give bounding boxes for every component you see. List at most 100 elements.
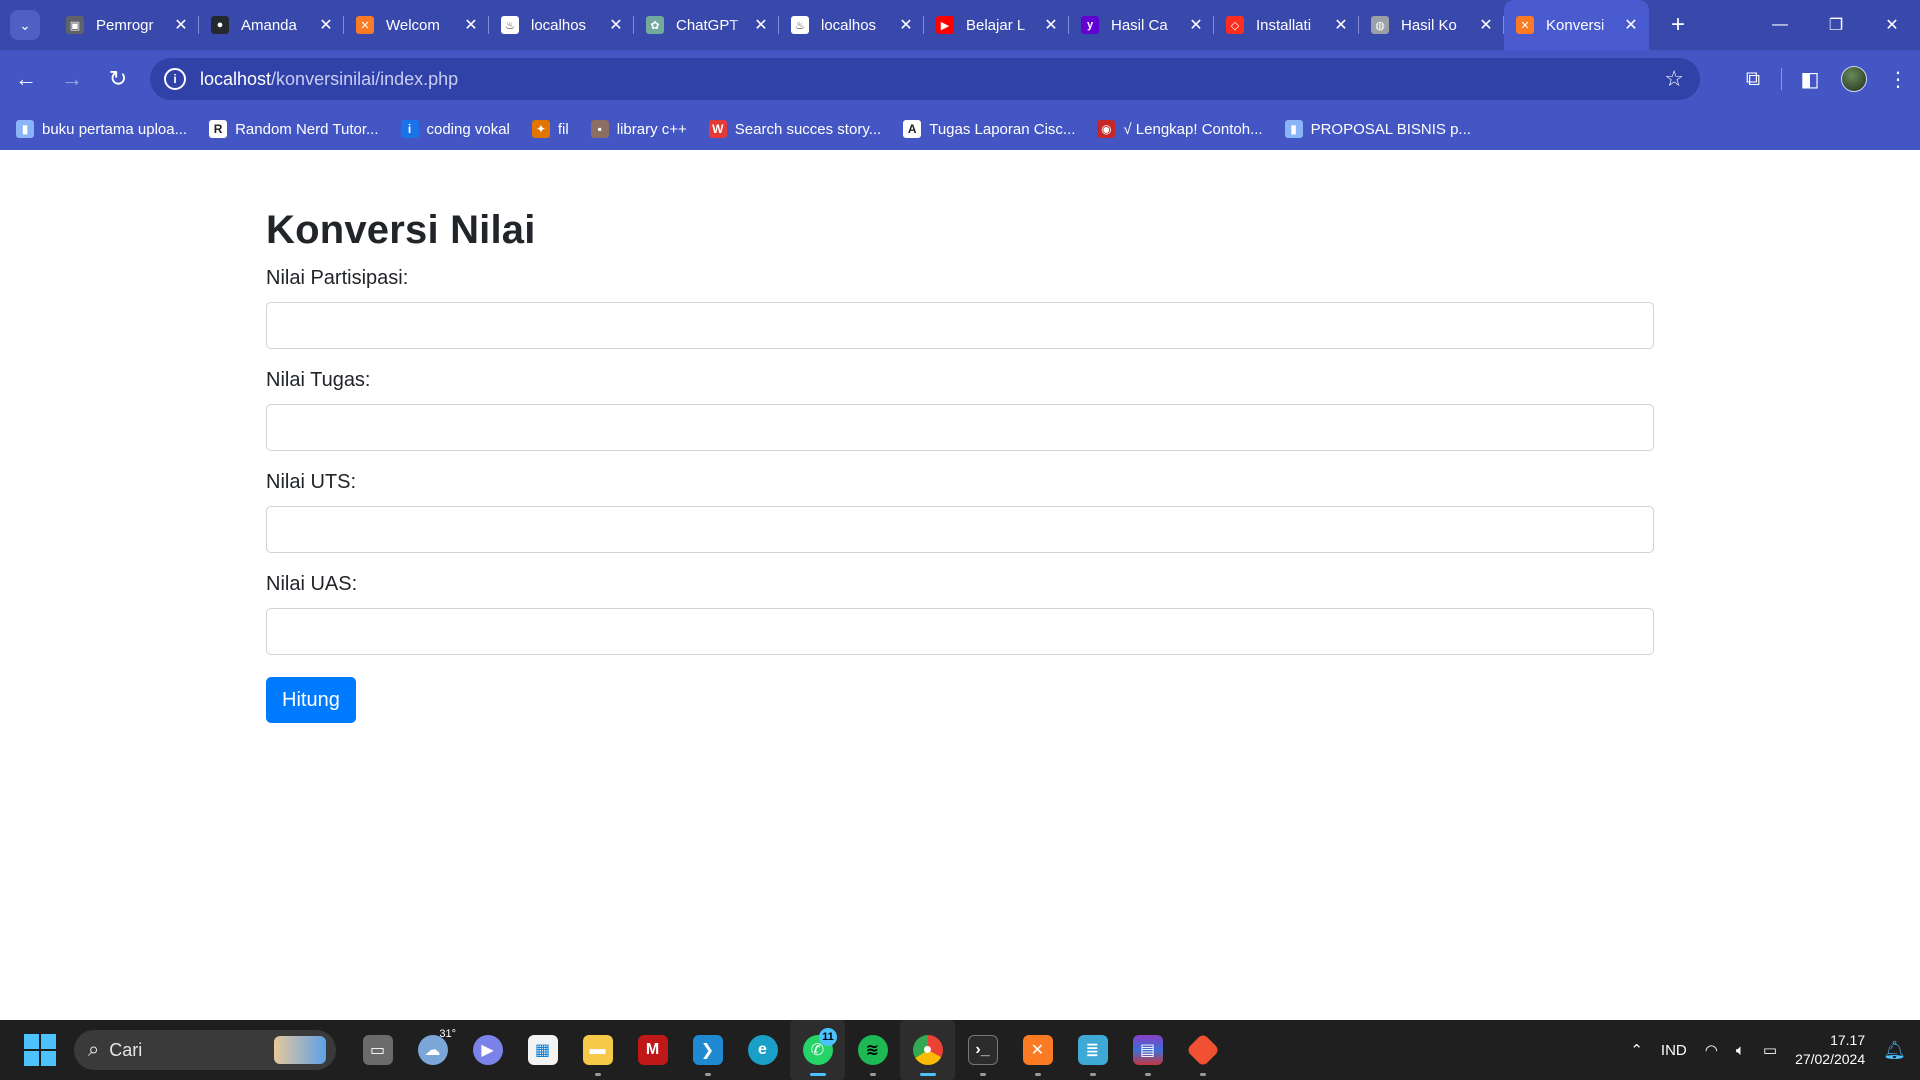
- arrow-left-icon: ←: [15, 66, 37, 91]
- restore-button[interactable]: ❐: [1808, 0, 1864, 50]
- bookmark-star-icon[interactable]: ☆: [1664, 66, 1684, 92]
- bookmark-item[interactable]: ✦ fil: [531, 120, 569, 138]
- tab-4[interactable]: ✿ ChatGPT ✕: [634, 0, 779, 50]
- bookmark-item[interactable]: ▮ PROPOSAL BISNIS p...: [1284, 120, 1471, 138]
- form-container: Konversi Nilai Nilai Partisipasi: Nilai …: [266, 208, 1654, 723]
- tugas-input[interactable]: [266, 404, 1654, 451]
- bookmark-item[interactable]: i coding vokal: [400, 120, 510, 138]
- tab-10[interactable]: ✕ Konversi ✕: [1504, 0, 1649, 50]
- url-text[interactable]: localhost/konversinilai/index.php: [200, 69, 458, 90]
- tab-0[interactable]: ▣ Pemrogr ✕: [54, 0, 199, 50]
- uts-input[interactable]: [266, 506, 1654, 553]
- tab-close-icon[interactable]: ✕: [1333, 15, 1349, 35]
- tab-favicon-icon: ✕: [1516, 16, 1534, 34]
- wifi-icon[interactable]: ◠: [1705, 1041, 1718, 1059]
- clock-time: 17.17: [1830, 1032, 1866, 1048]
- winrar-app[interactable]: ▤: [1120, 1020, 1175, 1080]
- start-button[interactable]: [24, 1034, 56, 1066]
- tab-7[interactable]: y Hasil Ca ✕: [1069, 0, 1214, 50]
- partisipasi-input[interactable]: [266, 302, 1654, 349]
- tab-2[interactable]: ✕ Welcom ✕: [344, 0, 489, 50]
- tab-8[interactable]: ◇ Installati ✕: [1214, 0, 1359, 50]
- back-button[interactable]: ←: [6, 59, 46, 99]
- address-bar[interactable]: i localhost/konversinilai/index.php ☆: [150, 58, 1700, 100]
- bookmark-item[interactable]: W Search succes story...: [708, 120, 881, 138]
- tab-close-icon[interactable]: ✕: [1188, 15, 1204, 35]
- tab-title: Pemrogr: [96, 16, 154, 34]
- field-tugas: Nilai Tugas:: [266, 369, 1654, 451]
- tab-close-icon[interactable]: ✕: [1623, 15, 1639, 35]
- xampp-app[interactable]: ✕: [1010, 1020, 1065, 1080]
- spotify-app[interactable]: ≋: [845, 1020, 900, 1080]
- folder-icon: ▬: [582, 1035, 613, 1065]
- tab-5[interactable]: ♨ localhos ✕: [779, 0, 924, 50]
- chevron-up-icon[interactable]: ⌃: [1630, 1041, 1643, 1059]
- tab-close-icon[interactable]: ✕: [898, 15, 914, 35]
- tab-title: Belajar L: [966, 16, 1026, 34]
- tab-search-button[interactable]: ⌄: [10, 10, 40, 40]
- bookmark-item[interactable]: ▪ library c++: [590, 120, 687, 138]
- minimize-icon: —: [1772, 16, 1788, 33]
- tab-list: ▣ Pemrogr ✕ ● Amanda ✕ ✕ Welcom ✕ ♨ localhos ✕ ✿ Chat…: [54, 0, 1649, 50]
- side-panel-icon[interactable]: ◧: [1788, 58, 1832, 100]
- tab-close-icon[interactable]: ✕: [318, 15, 334, 35]
- search-placeholder: Cari: [109, 1039, 143, 1060]
- edge-app[interactable]: e: [735, 1020, 790, 1080]
- notification-bell-icon[interactable]: 🔔︎: [1883, 1040, 1906, 1061]
- tab-3[interactable]: ♨ localhos ✕: [489, 0, 634, 50]
- file-explorer-app[interactable]: ▬: [570, 1020, 625, 1080]
- bookmark-label: buku pertama uploa...: [42, 120, 188, 138]
- browser-toolbar: ← → ↻ i localhost/konversinilai/index.ph…: [0, 50, 1920, 108]
- bookmark-item[interactable]: ◉ √ Lengkap! Contoh...: [1097, 120, 1263, 138]
- bookmark-item[interactable]: A Tugas Laporan Cisc...: [903, 120, 1075, 138]
- notepad-app[interactable]: ≣: [1065, 1020, 1120, 1080]
- taskbar-search[interactable]: ⌕ Cari: [74, 1030, 336, 1070]
- tab-close-icon[interactable]: ✕: [608, 15, 624, 35]
- tab-title: Amanda: [241, 16, 297, 34]
- menu-kebab-icon[interactable]: ⋮: [1876, 58, 1920, 100]
- extensions-icon[interactable]: ⧉: [1731, 58, 1775, 100]
- tab-9[interactable]: ◍ Hasil Ko ✕: [1359, 0, 1504, 50]
- bookmark-item[interactable]: R Random Nerd Tutor...: [209, 120, 379, 138]
- new-tab-button[interactable]: +: [1663, 10, 1693, 40]
- site-info-icon[interactable]: i: [164, 68, 186, 90]
- tab-title: Hasil Ko: [1401, 16, 1457, 34]
- battery-icon[interactable]: ▭: [1763, 1041, 1777, 1059]
- profile-button[interactable]: [1832, 58, 1876, 100]
- close-window-button[interactable]: ✕: [1864, 0, 1920, 50]
- uas-input[interactable]: [266, 608, 1654, 655]
- mcafee-app[interactable]: M: [625, 1020, 680, 1080]
- task-view-button[interactable]: ▭: [350, 1020, 405, 1080]
- vscode-app[interactable]: ❯: [680, 1020, 735, 1080]
- store-app[interactable]: ▦: [515, 1020, 570, 1080]
- git-app[interactable]: [1175, 1020, 1230, 1080]
- whatsapp-app[interactable]: ✆ 11: [790, 1020, 845, 1080]
- tab-1[interactable]: ● Amanda ✕: [199, 0, 344, 50]
- chrome-app[interactable]: ●: [900, 1020, 955, 1080]
- weather-widget[interactable]: ☁ 31°: [405, 1020, 460, 1080]
- bookmark-label: Random Nerd Tutor...: [235, 120, 379, 138]
- tab-title: Hasil Ca: [1111, 16, 1168, 34]
- terminal-app[interactable]: ›_: [955, 1020, 1010, 1080]
- reload-button[interactable]: ↻: [98, 59, 138, 99]
- tab-close-icon[interactable]: ✕: [173, 15, 189, 35]
- tab-close-icon[interactable]: ✕: [1043, 15, 1059, 35]
- tab-close-icon[interactable]: ✕: [463, 15, 479, 35]
- tab-favicon-icon: ◍: [1371, 16, 1389, 34]
- tab-title: Installati: [1256, 16, 1312, 34]
- hitung-button[interactable]: Hitung: [266, 677, 356, 723]
- language-indicator[interactable]: IND: [1661, 1042, 1687, 1059]
- volume-icon[interactable]: 🔈︎: [1736, 1042, 1745, 1059]
- bookmark-label: library c++: [616, 120, 687, 138]
- bookmark-label: Tugas Laporan Cisc...: [929, 120, 1076, 138]
- teams-app[interactable]: ▶: [460, 1020, 515, 1080]
- bookmark-item[interactable]: ▮ buku pertama uploa...: [16, 120, 187, 138]
- tab-close-icon[interactable]: ✕: [753, 15, 769, 35]
- clock[interactable]: 17.17 27/02/2024: [1795, 1031, 1865, 1069]
- minimize-button[interactable]: —: [1752, 0, 1808, 50]
- tab-6[interactable]: ▶ Belajar L ✕: [924, 0, 1069, 50]
- forward-button[interactable]: →: [52, 59, 92, 99]
- bookmark-label: coding vokal: [426, 120, 510, 138]
- tab-close-icon[interactable]: ✕: [1478, 15, 1494, 35]
- video-chat-icon: ▶: [472, 1035, 503, 1065]
